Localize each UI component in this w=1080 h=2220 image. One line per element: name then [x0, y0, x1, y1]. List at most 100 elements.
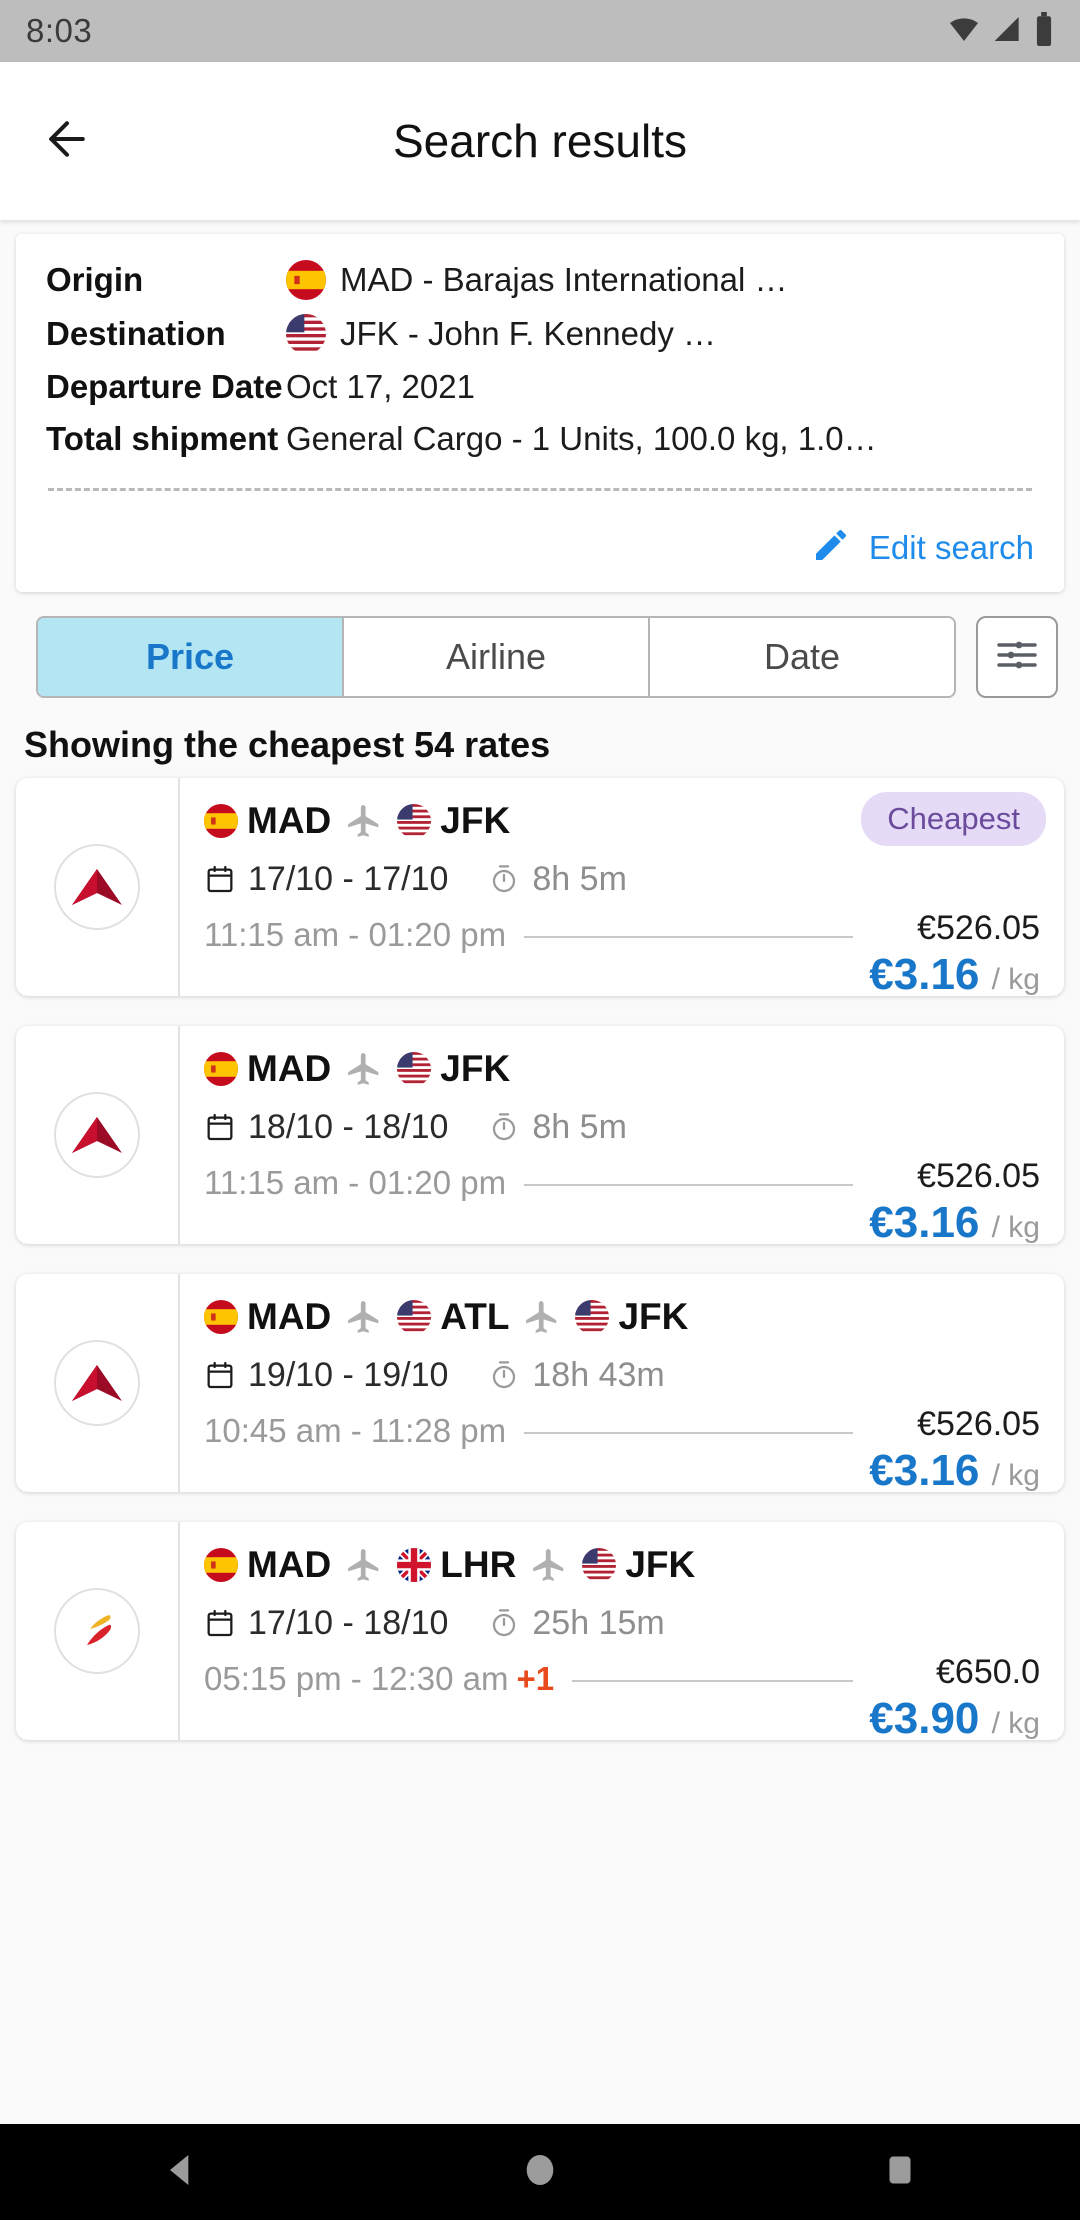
page-title: Search results: [392, 115, 687, 167]
times: 11:15 am - 01:20 pm: [204, 1158, 506, 1202]
flight-meta: 19/10 - 19/10 18h 43m: [204, 1352, 1040, 1398]
price-total: €650.0: [936, 1653, 1040, 1691]
price-per-kg-value: €3.16: [869, 1446, 980, 1492]
scroll-content: Origin MAD - Barajas International … Des…: [0, 220, 1080, 2124]
price-block: €526.05 €3.16 / kg: [869, 1157, 1040, 1244]
flag-us-icon: [397, 804, 432, 838]
pencil-icon: [811, 525, 851, 570]
tab-date[interactable]: Date: [650, 618, 954, 696]
sort-tabs: Price Airline Date: [36, 616, 956, 698]
tab-airline[interactable]: Airline: [344, 618, 650, 696]
stopwatch-icon: [488, 863, 520, 895]
route-code: JFK: [625, 1544, 696, 1585]
summary-row-destination: Destination JFK - John F. Kennedy …: [46, 314, 1034, 354]
flag-us-icon: [575, 1300, 610, 1334]
price-unit: / kg: [991, 1211, 1040, 1244]
flag-es-icon: [286, 260, 326, 300]
summary-row-total-shipment: Total shipment General Cargo - 1 Units, …: [46, 420, 1034, 458]
duration: 25h 15m: [488, 1604, 665, 1643]
times: 11:15 am - 01:20 pm: [204, 910, 506, 954]
edit-search-button[interactable]: Edit search: [46, 525, 1034, 570]
plane-icon: [345, 1546, 383, 1584]
flag-es-icon: [204, 1052, 238, 1086]
times-text: 11:15 am - 01:20 pm: [204, 1164, 507, 1201]
stopwatch-icon: [488, 1359, 520, 1391]
dates: 19/10 - 19/10: [204, 1356, 448, 1395]
dates: 18/10 - 18/10: [204, 1108, 448, 1147]
duration: 18h 43m: [488, 1355, 665, 1395]
summary-value-text: General Cargo - 1 Units, 100.0 kg, 1.0…: [286, 420, 877, 457]
calendar-icon: [204, 1607, 236, 1639]
route-code: ATL: [440, 1296, 510, 1337]
summary-label: Total shipment: [46, 420, 279, 457]
route-code: LHR: [440, 1544, 517, 1585]
price-per-kg-value: €3.16: [869, 1198, 980, 1244]
price-row: 11:15 am - 01:20 pm €526.05 €3.16 / kg: [204, 909, 1040, 996]
route-code: JFK: [440, 800, 511, 841]
result-card[interactable]: Cheapest MAD JFK 17/10 - 17/10 8h 5m 11:…: [16, 778, 1064, 996]
dates: 17/10 - 18/10: [204, 1604, 448, 1643]
times-text: 11:15 am - 01:20 pm: [204, 916, 507, 953]
result-card[interactable]: MAD JFK 18/10 - 18/10 8h 5m 11:15 am - 0…: [16, 1026, 1064, 1244]
summary-value: MAD - Barajas International …: [286, 260, 788, 300]
price-per-kg: €3.16 / kg: [869, 947, 1040, 996]
day-offset: +1: [516, 1660, 555, 1697]
price-total: €526.05: [917, 909, 1040, 947]
route: MAD ATL JFK: [204, 1292, 1040, 1342]
times: 05:15 pm - 12:30 am +1: [204, 1654, 554, 1698]
arrow-left-icon: [40, 112, 94, 171]
times: 10:45 am - 11:28 pm: [204, 1406, 506, 1450]
price-total: €526.05: [917, 1157, 1040, 1195]
duration-text: 8h 5m: [532, 1107, 627, 1146]
route: MAD JFK: [204, 1044, 1040, 1094]
summary-row-departure-date: Departure Date Oct 17, 2021: [46, 368, 1034, 406]
nav-back-button[interactable]: [110, 2150, 250, 2195]
plane-icon: [345, 1050, 383, 1088]
route-code: MAD: [247, 1048, 332, 1089]
summary-label: Departure Date: [46, 368, 283, 405]
filter-button[interactable]: [976, 616, 1058, 698]
home-circle-icon: [520, 2150, 560, 2195]
delta-logo-icon: [54, 1092, 140, 1178]
status-bar: 8:03: [0, 0, 1080, 62]
nav-recents-button[interactable]: [830, 2150, 970, 2195]
stopwatch-icon: [488, 1111, 520, 1143]
delta-logo-icon: [54, 1340, 140, 1426]
price-unit: / kg: [991, 1707, 1040, 1740]
iberia-logo-icon: [54, 1588, 140, 1674]
summary-label: Destination: [46, 315, 226, 352]
cell-signal-icon: [992, 13, 1024, 50]
flight-meta: 18/10 - 18/10 8h 5m: [204, 1104, 1040, 1150]
battery-icon: [1034, 11, 1054, 51]
summary-value-text: JFK - John F. Kennedy …: [340, 315, 717, 352]
system-navigation-bar: [0, 2124, 1080, 2220]
route-code: MAD: [247, 800, 332, 841]
price-unit: / kg: [991, 1459, 1040, 1492]
flag-gb-icon: [397, 1548, 432, 1582]
duration-text: 8h 5m: [532, 859, 627, 898]
flight-meta: 17/10 - 18/10 25h 15m: [204, 1600, 1040, 1646]
app-screen: 8:03 Search results Origin MAD - Barajas…: [0, 0, 1080, 2220]
result-card[interactable]: MAD LHR JFK 17/10 - 18/10 25h 15m 05:15 …: [16, 1522, 1064, 1740]
status-icons: [946, 11, 1054, 51]
dates: 17/10 - 17/10: [204, 860, 448, 899]
leader-line: [524, 1432, 854, 1434]
price-per-kg: €3.16 / kg: [869, 1443, 1040, 1492]
flag-us-icon: [582, 1548, 617, 1582]
plane-icon: [523, 1298, 561, 1336]
flag-es-icon: [204, 1548, 238, 1582]
tab-price[interactable]: Price: [38, 618, 344, 696]
duration-text: 18h 43m: [532, 1355, 665, 1394]
delta-logo-icon: [54, 844, 140, 930]
route-code: MAD: [247, 1296, 332, 1337]
back-button[interactable]: [12, 112, 122, 171]
result-details: MAD LHR JFK 17/10 - 18/10 25h 15m 05:15 …: [180, 1522, 1064, 1740]
leader-line: [524, 1184, 854, 1186]
result-card[interactable]: MAD ATL JFK 19/10 - 19/10 18h 43m 10:45 …: [16, 1274, 1064, 1492]
nav-home-button[interactable]: [470, 2150, 610, 2195]
route: MAD LHR JFK: [204, 1540, 1040, 1590]
flag-us-icon: [397, 1300, 432, 1334]
airline-logo: [16, 1522, 180, 1740]
plane-icon: [345, 802, 383, 840]
price-row: 10:45 am - 11:28 pm €526.05 €3.16 / kg: [204, 1405, 1040, 1492]
